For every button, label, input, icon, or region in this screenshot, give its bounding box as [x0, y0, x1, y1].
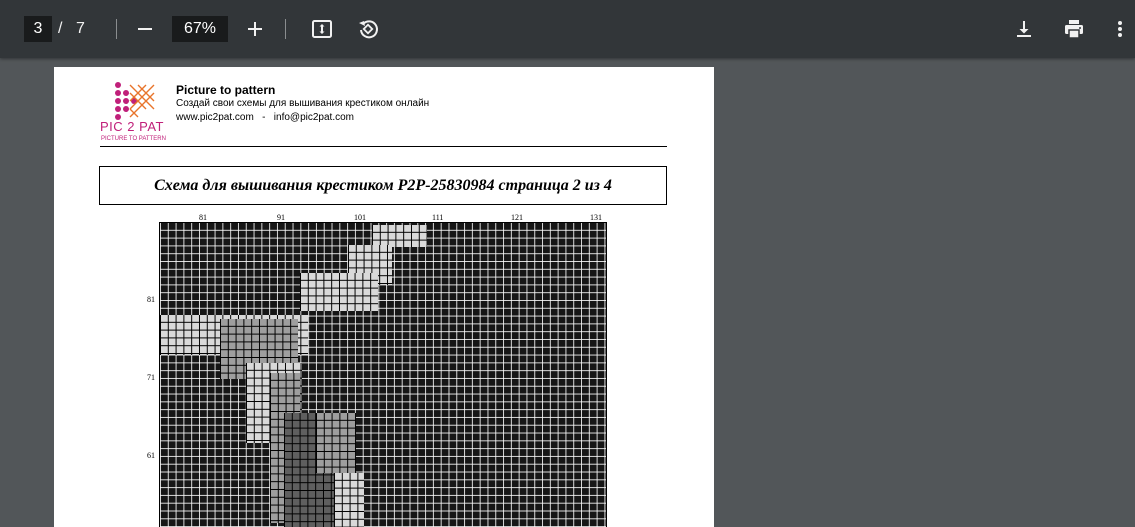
fit-page-button[interactable]	[310, 17, 334, 41]
chart-title: Схема для вышивания крестиком P2P-258309…	[99, 166, 667, 205]
more-options-button[interactable]	[1114, 17, 1126, 41]
toolbar-divider	[116, 19, 117, 39]
row-number: 61	[147, 451, 155, 460]
rotate-button[interactable]	[356, 17, 380, 41]
pdf-toolbar: 3 / 7 67%	[0, 0, 1135, 58]
zoom-in-button[interactable]	[244, 18, 266, 40]
logo-subtitle: PICTURE TO PATTERN	[101, 136, 166, 142]
column-number: 91	[277, 213, 285, 222]
more-vert-icon	[1118, 21, 1122, 37]
toolbar-divider	[285, 19, 286, 39]
row-number: 71	[147, 373, 155, 382]
print-button[interactable]	[1062, 17, 1086, 41]
download-button[interactable]	[1012, 17, 1036, 41]
row-number: 81	[147, 295, 155, 304]
rotate-icon	[359, 20, 378, 39]
fit-page-icon	[312, 20, 332, 38]
download-icon	[1017, 21, 1031, 37]
zoom-input[interactable]: 67%	[172, 16, 228, 42]
brand-title: Picture to pattern	[176, 83, 276, 97]
column-number: 101	[354, 213, 366, 222]
cross-stitch-pattern-grid	[159, 222, 607, 527]
plus-icon	[248, 22, 262, 36]
page-number-input[interactable]: 3	[24, 16, 52, 42]
column-number: 111	[432, 213, 444, 222]
page-separator: /	[58, 20, 63, 37]
pattern-region	[334, 473, 364, 527]
brand-tagline: Создай свои схемы для вышивания крестико…	[176, 98, 430, 109]
print-icon	[1065, 20, 1083, 39]
pattern-region	[316, 413, 356, 473]
pdf-page: PIC 2 PAT PICTURE TO PATTERN Picture to …	[54, 67, 714, 527]
zoom-out-button[interactable]	[134, 18, 156, 40]
logo-wordmark: PIC 2 PAT	[100, 119, 164, 134]
column-number: 81	[199, 213, 207, 222]
page-total: 7	[76, 20, 85, 37]
pattern-region	[372, 225, 427, 247]
brand-contacts: www.pic2pat.com - info@pic2pat.com	[176, 112, 354, 123]
pattern-region	[300, 273, 378, 311]
column-number: 131	[590, 213, 602, 222]
column-number: 121	[511, 213, 523, 222]
minus-icon	[138, 28, 152, 30]
header-divider	[100, 146, 667, 147]
